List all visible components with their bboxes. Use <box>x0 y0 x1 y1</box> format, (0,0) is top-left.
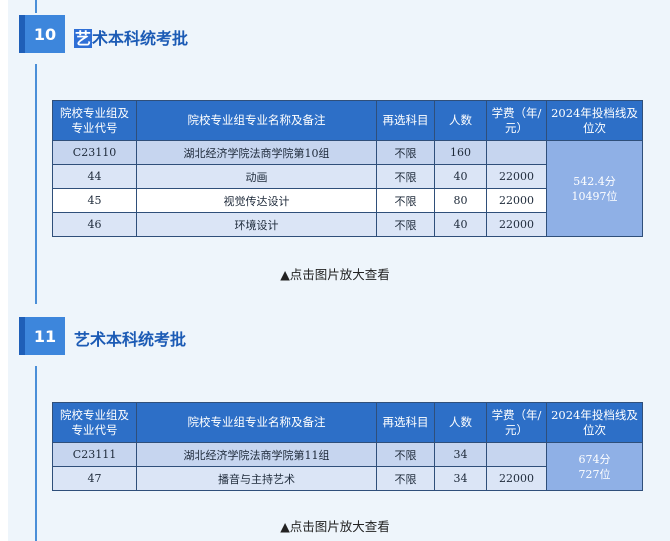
cell-subject: 不限 <box>376 442 435 467</box>
timeline-line <box>35 0 37 13</box>
section-title: 艺术本科统考批 <box>74 330 187 349</box>
cell-subject: 不限 <box>376 188 435 213</box>
cell-code: C23110 <box>52 140 137 165</box>
cell-code: 45 <box>52 188 137 213</box>
header-count: 人数 <box>434 100 487 141</box>
header-count: 人数 <box>434 402 487 443</box>
cell-subject: 不限 <box>376 164 435 189</box>
header-name: 院校专业组专业名称及备注 <box>136 100 377 141</box>
section-title: 艺术本科统考批 <box>74 25 188 49</box>
cell-code: 46 <box>52 212 137 237</box>
cell-rank: 674分 727位 <box>546 442 643 491</box>
selected-text: 艺 <box>74 29 93 48</box>
cell-code: 47 <box>52 466 137 491</box>
header-code: 院校专业组及专业代号 <box>52 402 137 443</box>
cell-name: 湖北经济学院法商学院第10组 <box>136 140 377 165</box>
cell-code: 44 <box>52 164 137 189</box>
cell-count: 34 <box>434 442 487 467</box>
rank-position: 727位 <box>578 467 611 481</box>
cell-fee: 22000 <box>486 164 547 189</box>
cell-name: 视觉传达设计 <box>136 188 377 213</box>
zoom-caption[interactable]: ▲点击图片放大查看 <box>0 264 670 283</box>
cell-subject: 不限 <box>376 466 435 491</box>
cell-count: 40 <box>434 212 487 237</box>
header-subject: 再选科目 <box>376 100 435 141</box>
cell-name: 环境设计 <box>136 212 377 237</box>
score-table[interactable]: 院校专业组及专业代号 院校专业组专业名称及备注 再选科目 人数 学费（年/元） … <box>52 402 643 491</box>
section-number: 10 <box>25 15 65 53</box>
section-number: 11 <box>25 317 65 355</box>
cell-name: 湖北经济学院法商学院第11组 <box>136 442 377 467</box>
cell-subject: 不限 <box>376 212 435 237</box>
header-rank: 2024年投档线及位次 <box>546 100 643 141</box>
score-table[interactable]: 院校专业组及专业代号 院校专业组专业名称及备注 再选科目 人数 学费（年/元） … <box>52 100 643 237</box>
cell-count: 34 <box>434 466 487 491</box>
rank-position: 10497位 <box>571 189 618 203</box>
cell-count: 160 <box>434 140 487 165</box>
cell-name: 动画 <box>136 164 377 189</box>
table-header-row: 院校专业组及专业代号 院校专业组专业名称及备注 再选科目 人数 学费（年/元） … <box>52 100 643 141</box>
section-badge: 11 <box>19 317 65 355</box>
section-title-rest: 术本科统考批 <box>92 29 189 48</box>
zoom-caption[interactable]: ▲点击图片放大查看 <box>0 516 670 535</box>
rank-score: 674分 <box>578 452 611 466</box>
group-row: C23111 湖北经济学院法商学院第11组 不限 34 674分 727位 <box>52 442 643 491</box>
header-name: 院校专业组专业名称及备注 <box>136 402 377 443</box>
header-rank: 2024年投档线及位次 <box>546 402 643 443</box>
cell-fee <box>486 140 547 165</box>
cell-fee <box>486 442 547 467</box>
header-subject: 再选科目 <box>376 402 435 443</box>
cell-code: C23111 <box>52 442 137 467</box>
cell-fee: 22000 <box>486 466 547 491</box>
table-header-row: 院校专业组及专业代号 院校专业组专业名称及备注 再选科目 人数 学费（年/元） … <box>52 402 643 443</box>
cell-name: 播音与主持艺术 <box>136 466 377 491</box>
timeline-line <box>35 366 37 541</box>
cell-fee: 22000 <box>486 212 547 237</box>
cell-rank: 542.4分 10497位 <box>546 140 643 237</box>
cell-count: 80 <box>434 188 487 213</box>
cell-fee: 22000 <box>486 188 547 213</box>
header-fee: 学费（年/元） <box>486 100 547 141</box>
group-row: C23110 湖北经济学院法商学院第10组 不限 160 542.4分 1049… <box>52 140 643 237</box>
rank-score: 542.4分 <box>573 174 616 188</box>
header-fee: 学费（年/元） <box>486 402 547 443</box>
section-badge: 10 <box>19 15 65 53</box>
cell-subject: 不限 <box>376 140 435 165</box>
header-code: 院校专业组及专业代号 <box>52 100 137 141</box>
cell-count: 40 <box>434 164 487 189</box>
